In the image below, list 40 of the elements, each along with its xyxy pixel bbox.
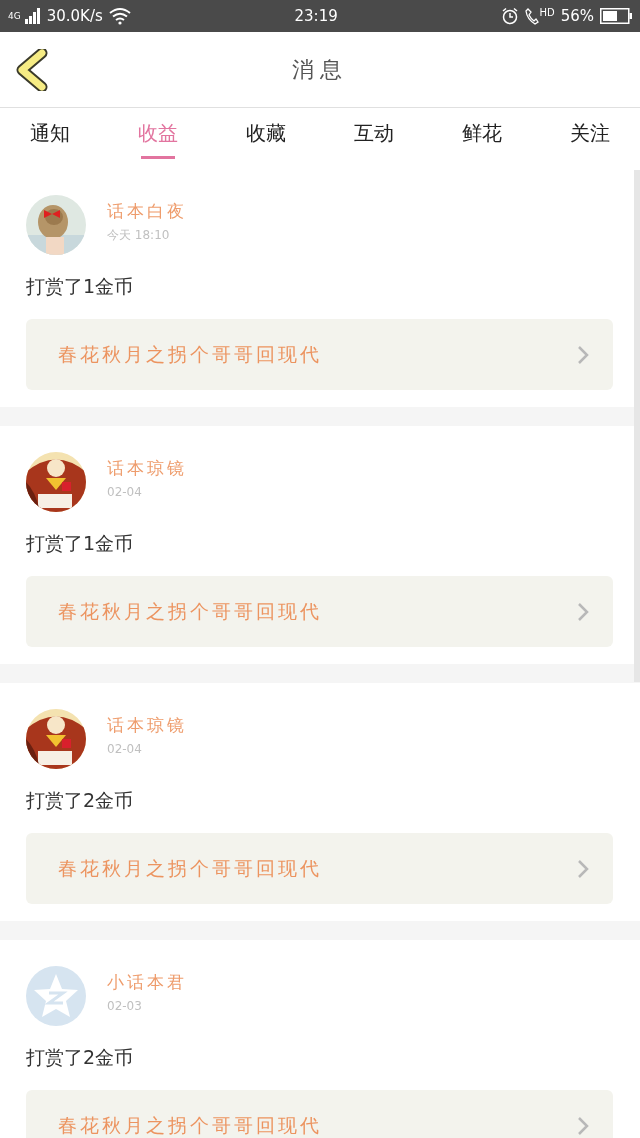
book-title: 春花秋月之拐个哥哥回现代 <box>58 1113 322 1138</box>
book-title: 春花秋月之拐个哥哥回现代 <box>58 599 322 625</box>
message-time: 02-04 <box>107 484 143 501</box>
reward-text: 打赏了2金币 <box>26 1045 135 1070</box>
page-title: 消息 <box>292 56 348 84</box>
sender-name: 小话本君 <box>107 971 187 994</box>
reward-text: 打赏了1金币 <box>26 274 135 299</box>
tab-underline <box>141 156 175 159</box>
sender-name: 话本琼镜 <box>107 457 187 480</box>
back-button[interactable] <box>16 49 48 91</box>
alarm-icon <box>501 7 520 25</box>
network-speed: 30.0K/s <box>46 5 103 27</box>
sender-name: 话本白夜 <box>107 200 187 223</box>
tab[interactable]: 收藏 <box>228 108 304 169</box>
scrollbar[interactable] <box>634 170 640 682</box>
network-label: 4G <box>8 11 21 21</box>
sender-name: 话本琼镜 <box>107 714 187 737</box>
battery-level: 56% <box>560 5 594 27</box>
book-title: 春花秋月之拐个哥哥回现代 <box>58 856 322 882</box>
tab[interactable]: 通知 <box>12 108 88 169</box>
reward-text: 打赏了2金币 <box>26 788 135 813</box>
tab[interactable]: 关注 <box>552 108 628 169</box>
hd-label: HD <box>539 5 555 20</box>
tab[interactable]: 鲜花 <box>444 108 520 169</box>
chevron-icon <box>577 344 589 365</box>
reward-text: 打赏了1金币 <box>26 531 135 556</box>
message-time: 02-03 <box>107 998 143 1015</box>
clock-time: 23:19 <box>294 5 338 27</box>
signal-icon <box>24 8 41 24</box>
chevron-icon <box>577 858 589 879</box>
chevron-icon <box>577 1115 589 1136</box>
star-avatar-icon <box>26 966 86 1026</box>
battery-icon <box>600 8 632 24</box>
tab[interactable]: 互动 <box>336 108 412 169</box>
phone-icon <box>525 7 540 25</box>
message-time: 02-04 <box>107 741 143 758</box>
book-title: 春花秋月之拐个哥哥回现代 <box>58 342 322 368</box>
message-time: 今天 18:10 <box>107 227 171 244</box>
chevron-icon <box>577 601 589 622</box>
wifi-icon <box>108 7 131 25</box>
